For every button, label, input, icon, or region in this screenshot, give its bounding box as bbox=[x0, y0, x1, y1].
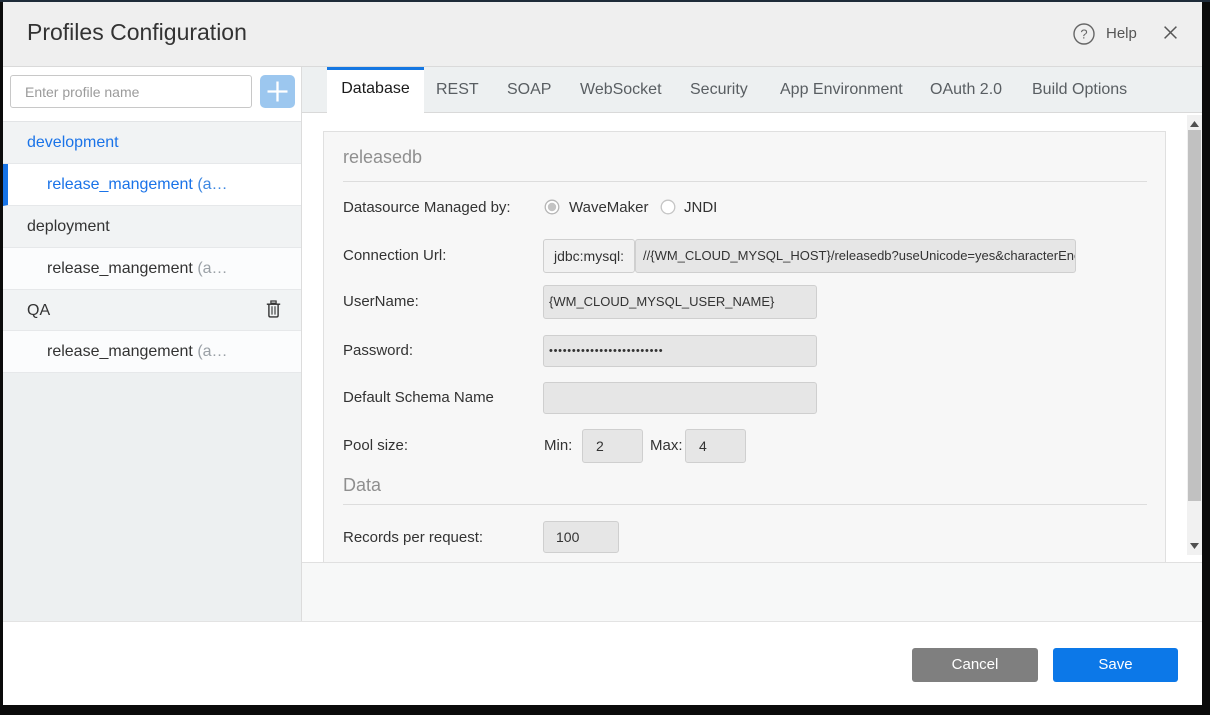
svg-text:?: ? bbox=[1080, 27, 1087, 42]
